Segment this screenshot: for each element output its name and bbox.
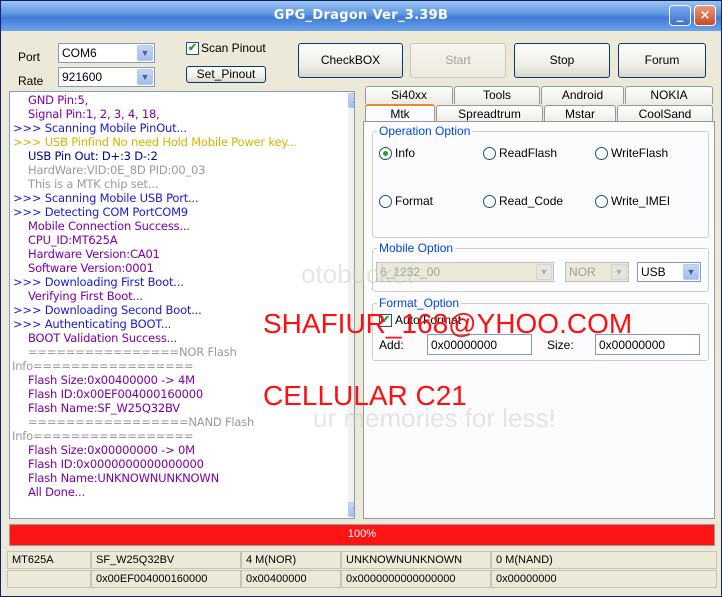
progress-text: 100% (347, 528, 377, 540)
log-line: BOOT Validation Success... (28, 331, 177, 345)
status-nand-name: UNKNOWNUNKNOWN (341, 551, 491, 569)
close-button[interactable]: × (694, 5, 716, 26)
start-button[interactable]: Start (410, 43, 506, 78)
watermark-ghost-1: otobucket (301, 259, 414, 289)
tab-tools[interactable]: Tools (454, 86, 540, 104)
add-label: Add: (379, 338, 404, 352)
log-line: >>> Downloading Second Boot... (13, 303, 202, 317)
title-bar[interactable]: GPG_Dragon Ver_3.39B _ × (1, 1, 721, 31)
log-line: ================NOR Flash (28, 345, 237, 359)
radio-writeflash-label: WriteFlash (611, 146, 669, 160)
status-nand-size: 0 M(NAND) (491, 551, 717, 569)
log-line: Software Version:0001 (28, 261, 154, 275)
chevron-down-icon[interactable]: ▼ (137, 69, 153, 85)
radio-info[interactable] (379, 147, 392, 160)
status-nand-id: 0x0000000000000000 (341, 570, 491, 588)
log-line: >>> Scanning Mobile PinOut... (13, 121, 187, 135)
log-line: >>> Scanning Mobile USB Port... (13, 191, 199, 205)
scroll-down-icon[interactable]: ▼ (348, 502, 354, 517)
radio-read-code-label: Read_Code (499, 194, 564, 208)
radio-readflash[interactable] (483, 147, 496, 160)
radio-write-imei-label: Write_IMEI (611, 194, 671, 208)
size-label: Size: (547, 338, 574, 352)
status-nor-size: 4 M(NOR) (241, 551, 341, 569)
rate-select[interactable]: 921600 ▼ (58, 67, 155, 87)
radio-readflash-label: ReadFlash (499, 146, 558, 160)
connection-select[interactable]: USB ▼ (637, 262, 701, 282)
chevron-down-icon[interactable]: ▼ (683, 264, 699, 280)
log-line: Hardware Version:CA01 (28, 247, 160, 261)
log-line: All Done... (28, 485, 85, 499)
status-nor-hex: 0x00400000 (241, 570, 341, 588)
log-output[interactable]: GND Pin:5, Signal Pin:1, 2, 3, 4, 18, >>> … (9, 91, 355, 519)
flash-type-select[interactable]: NOR ▼ (565, 262, 629, 282)
progress-bar: 100% (9, 524, 715, 546)
log-line: Flash Name:UNKNOWNUNKNOWN (28, 471, 219, 485)
overlay-model: CELLULAR C21 (263, 380, 467, 411)
flash-type-value: NOR (569, 265, 596, 279)
log-line: >>> Authenticating BOOT... (13, 317, 172, 331)
scroll-up-icon[interactable]: ▲ (348, 93, 354, 108)
connection-value: USB (641, 265, 666, 279)
forum-button[interactable]: Forum (618, 43, 706, 78)
rate-label: Rate (18, 74, 44, 88)
status-row-1: MT625A SF_W25Q32BV 4 M(NOR) UNKNOWNUNKNO… (3, 551, 719, 569)
radio-write-imei[interactable] (595, 195, 608, 208)
operation-option-title: Operation Option (377, 124, 473, 138)
tab-nokia[interactable]: NOKIA (625, 86, 713, 104)
log-line: Mobile Connection Success... (28, 219, 190, 233)
log-line: Info================= (12, 359, 194, 373)
status-nor-name: SF_W25Q32BV (91, 551, 241, 569)
app-window: GPG_Dragon Ver_3.39B _ × Port COM6 ▼ Rat… (0, 0, 722, 597)
status-blank (7, 570, 91, 588)
log-line: >>> Downloading First Boot... (13, 275, 184, 289)
tab-android[interactable]: Android (541, 86, 624, 104)
status-cpu: MT625A (7, 551, 91, 569)
chevron-down-icon[interactable]: ▼ (536, 264, 552, 280)
mobile-option-group: Mobile Option 6_1232_00 ▼ NOR ▼ USB ▼ (372, 241, 709, 292)
window-title: GPG_Dragon Ver_3.39B (273, 8, 449, 23)
port-select[interactable]: COM6 ▼ (58, 43, 155, 63)
log-line: Flash ID:0x0000000000000000 (28, 457, 204, 471)
status-row-2: 0x00EF004000160000 0x00400000 0x00000000… (3, 570, 719, 588)
log-line: Flash Size:0x00000000 -> 0M (28, 443, 195, 457)
chevron-down-icon[interactable]: ▼ (137, 45, 153, 61)
log-line: CPU_ID:MT625A (28, 233, 118, 247)
log-line: HardWare:VID:0E_8D PID:00_03 (28, 163, 206, 177)
chevron-down-icon[interactable]: ▼ (611, 264, 627, 280)
checkbox-button[interactable]: CheckBOX (298, 43, 403, 78)
scan-pinout-label: Scan Pinout (201, 41, 266, 55)
log-line: >>> USB Pinfind No need Hold Mobile Powe… (13, 135, 297, 149)
radio-format[interactable] (379, 195, 392, 208)
log-scrollbar[interactable]: ▲ ▼ (348, 93, 354, 517)
rate-value: 921600 (62, 70, 103, 84)
radio-read-code[interactable] (483, 195, 496, 208)
status-nand-hex: 0x00000000 (491, 570, 717, 588)
operation-option-group: Operation Option Info ReadFlash WriteFla… (372, 124, 709, 238)
radio-writeflash[interactable] (595, 147, 608, 160)
log-line: >>> Detecting COM PortCOM9 (13, 205, 188, 219)
log-line: Verifying First Boot... (28, 289, 143, 303)
mobile-option-title: Mobile Option (377, 241, 456, 255)
set-pinout-button[interactable]: Set_Pinout (186, 66, 266, 83)
log-line: Info================= (12, 429, 194, 443)
log-line: =================NAND Flash (28, 415, 255, 429)
log-line: Flash ID:0x00EF004000160000 (28, 387, 203, 401)
log-line: Flash Size:0x00400000 -> 4M (28, 373, 195, 387)
log-line: Signal Pin:1, 2, 3, 4, 18, (28, 107, 160, 121)
log-line: Flash Name:SF_W25Q32BV (28, 401, 180, 415)
log-line: USB Pin Out: D+:3 D-:2 (28, 149, 158, 163)
radio-format-label: Format (395, 194, 434, 208)
radio-info-label: Info (395, 146, 416, 160)
overlay-email: SHAFIUR_168@YHOO.COM (263, 308, 633, 339)
log-line: This is a MTK chip set... (28, 177, 159, 191)
minimize-button[interactable]: _ (669, 5, 691, 26)
stop-button[interactable]: Stop (514, 43, 610, 78)
log-line: GND Pin:5, (28, 93, 89, 107)
scan-pinout-checkbox[interactable]: ✔ (186, 42, 199, 55)
status-nor-id: 0x00EF004000160000 (91, 570, 241, 588)
tab-si40xx[interactable]: Si40xx (365, 86, 453, 104)
port-label: Port (18, 50, 41, 64)
port-value: COM6 (62, 46, 97, 60)
